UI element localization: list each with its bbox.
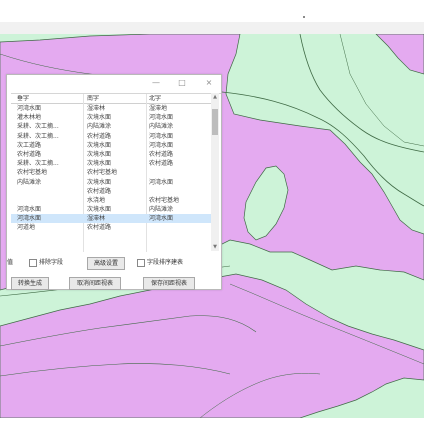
exclude-fields-checkbox[interactable] <box>29 259 37 267</box>
table-row[interactable]: 采耕、次工摘... 次境水面 农村道路 <box>11 159 215 168</box>
table-cell: 水浇地 <box>87 196 106 204</box>
table-row[interactable]: 次工道路 次境水面 河湾水面 <box>11 141 215 150</box>
bottom-bar <box>0 418 424 426</box>
column-header-2[interactable]: 南字 <box>87 95 145 103</box>
table-row[interactable]: 水浇地 农村宅基地 <box>11 196 215 205</box>
table-cell: 湿滞林 <box>87 105 106 112</box>
top-strip <box>0 0 424 34</box>
table-cell: 河湾水面 <box>149 215 174 223</box>
close-icon[interactable]: × <box>204 78 214 88</box>
toolbar-strip <box>0 22 424 34</box>
table-cell: 内陆滩涂 <box>17 178 42 186</box>
table-cell: 农村道路 <box>87 224 112 232</box>
table-cell: 河湾水面 <box>149 114 174 122</box>
table-cell: 农村宅基地 <box>17 169 48 177</box>
table-row[interactable]: 内陆滩涂 次境水面 河湾水面 <box>11 178 215 187</box>
column-header-1[interactable]: 垂字 <box>17 95 81 103</box>
table-row[interactable]: 河湾水面 湿滞林 湿滞地 <box>11 104 215 113</box>
start-button[interactable]: 转换生成 <box>11 277 49 290</box>
scroll-up-icon[interactable]: ▲ <box>211 93 219 101</box>
export-current-button[interactable]: 取消间距视表 <box>69 277 121 290</box>
table-header: 垂字 南字 北字 <box>11 94 215 104</box>
table-cell <box>149 223 213 232</box>
table-row[interactable]: 农村道路 <box>11 187 215 196</box>
table-cell: 农村道路 <box>17 150 42 158</box>
table-cell: 次境水面 <box>87 150 112 158</box>
options-fragment-label: 值 <box>7 259 14 266</box>
table-cell: 农村道路 <box>149 160 174 168</box>
attribute-table: 垂字 南字 北字 河湾水面 湿滞林 湿滞地 灌木林地 次境水面 河湾水面 采耕、次工摘...… <box>11 93 221 252</box>
options-row: 值 排除字段 高级设置 字段排序建表 <box>7 257 221 270</box>
table-cell <box>17 196 81 205</box>
minimize-icon[interactable]: — <box>151 78 161 88</box>
scroll-down-icon[interactable]: ▼ <box>211 243 219 251</box>
table-cell: 河湾水面 <box>17 105 42 112</box>
table-body: 河湾水面 湿滞林 湿滞地 灌木林地 次境水面 河湾水面 采耕、次工摘... 内陆滩涂 内陆滩涂采… <box>11 104 215 252</box>
table-cell: 采耕、次工摘... <box>17 132 59 140</box>
table-cell: 农村道路 <box>87 187 112 195</box>
table-cell: 次境水面 <box>87 114 112 122</box>
table-cell: 内陆滩涂 <box>87 123 112 131</box>
table-row[interactable]: 河湾水面 次境水面 内陆滩涂 <box>11 205 215 214</box>
top-mark <box>303 16 305 18</box>
table-cell: 次境水面 <box>87 206 112 214</box>
table-row[interactable]: 河湾水面 湿滞林 河湾水面 <box>11 214 215 224</box>
scroll-thumb[interactable] <box>212 109 218 135</box>
dialog-titlebar[interactable]: — □ × <box>7 75 221 91</box>
advanced-settings-button[interactable]: 高级设置 <box>87 257 125 270</box>
table-cell: 内陆滩涂 <box>149 206 174 214</box>
table-cell: 河湾水面 <box>17 215 42 223</box>
table-row[interactable]: 河道地 农村道路 <box>11 223 215 232</box>
exclude-fields-label: 排除字段 <box>39 259 64 266</box>
table-cell: 次境水面 <box>87 160 112 168</box>
table-cell: 农村道路 <box>87 132 112 140</box>
maximize-icon[interactable]: □ <box>177 78 187 88</box>
table-row[interactable]: 采耕、次工摘... 内陆滩涂 内陆滩涂 <box>11 122 215 131</box>
table-row[interactable]: 灌木林地 次境水面 河湾水面 <box>11 113 215 122</box>
table-cell: 农村宅基地 <box>87 169 118 177</box>
column-header-3[interactable]: 北字 <box>149 95 213 103</box>
table-cell <box>149 168 213 177</box>
table-cell: 河湾水面 <box>149 178 174 186</box>
table-cell: 农村宅基地 <box>149 196 180 204</box>
table-row[interactable]: 农村宅基地 农村宅基地 <box>11 168 215 177</box>
table-cell: 采耕、次工摘... <box>17 160 59 168</box>
table-cell: 采耕、次工摘... <box>17 123 59 131</box>
table-cell: 湿滞林 <box>87 215 106 223</box>
table-cell: 河湾水面 <box>149 132 174 140</box>
table-cell: 次境水面 <box>87 141 112 149</box>
table-cell <box>149 187 213 196</box>
attribute-dialog: — □ × 垂字 南字 北字 河湾水面 湿滞林 湿滞地 灌木林地 次境水面 河湾水面 采耕、… <box>6 74 222 290</box>
table-cell: 河湾水面 <box>149 141 174 149</box>
table-row[interactable]: 采耕、次工摘... 农村道路 河湾水面 <box>11 132 215 141</box>
table-cell: 湿滞地 <box>149 105 168 112</box>
sort-fields-label: 字段排序建表 <box>147 259 184 266</box>
table-cell <box>17 187 81 196</box>
table-cell: 河湾水面 <box>17 206 42 214</box>
export-all-button[interactable]: 保存间距视表 <box>143 277 195 290</box>
table-cell: 河道地 <box>17 224 36 232</box>
table-cell: 灌木林地 <box>17 114 42 122</box>
sort-fields-checkbox[interactable] <box>137 259 145 267</box>
table-scrollbar[interactable]: ▲ ▼ <box>211 93 219 251</box>
table-cell: 次境水面 <box>87 178 112 186</box>
table-cell: 次工道路 <box>17 141 42 149</box>
table-cell: 农村道路 <box>149 150 174 158</box>
table-row[interactable]: 农村道路 次境水面 农村道路 <box>11 150 215 159</box>
table-cell: 内陆滩涂 <box>149 123 174 131</box>
